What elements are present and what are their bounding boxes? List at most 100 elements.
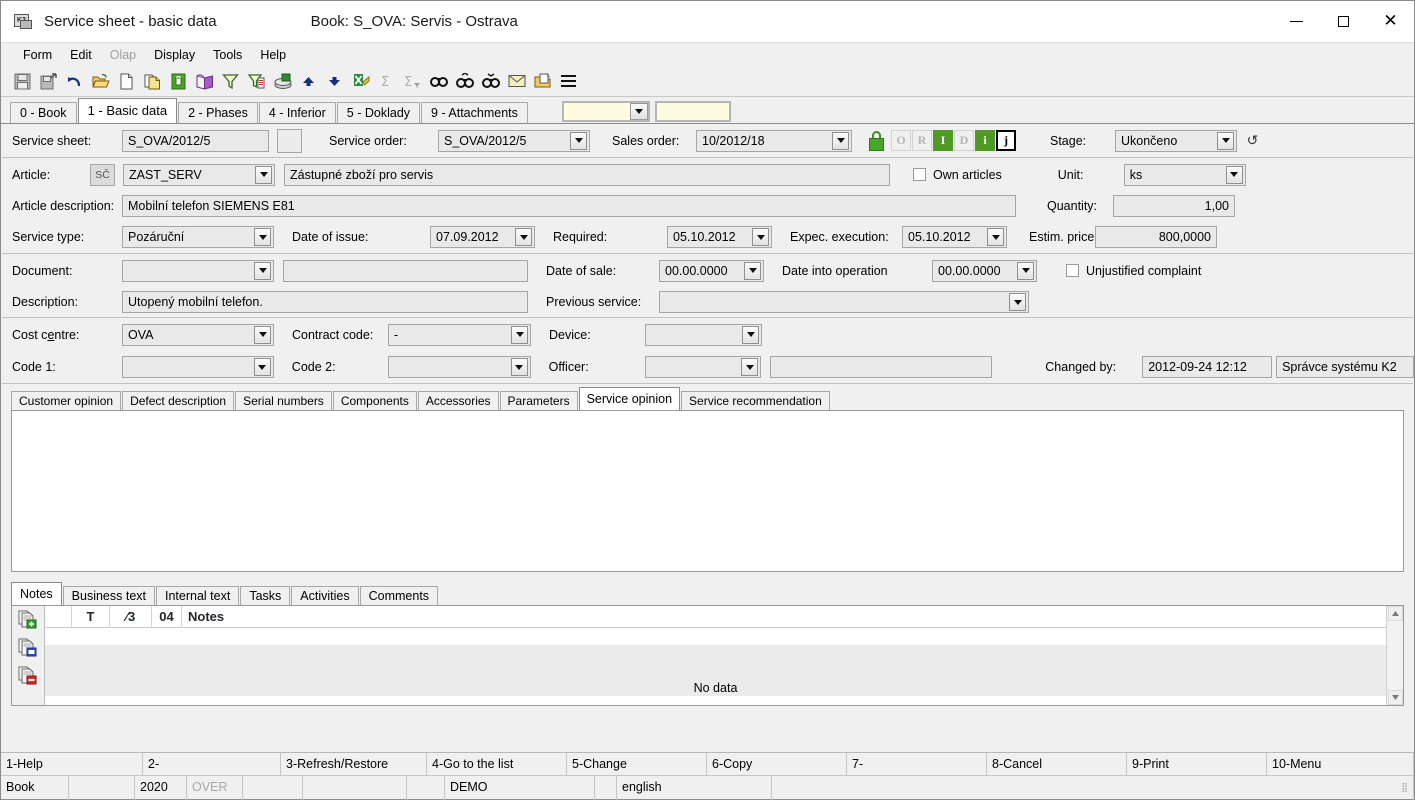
status-badge-i-lower[interactable]: i xyxy=(975,130,995,151)
delete-note-icon[interactable] xyxy=(18,666,38,685)
fn-5-change[interactable]: 5-Change xyxy=(567,752,707,776)
tab-notes[interactable]: Notes xyxy=(11,582,62,605)
required-field[interactable]: 05.10.2012 xyxy=(667,226,772,248)
filter-edit-icon[interactable] xyxy=(244,69,269,94)
column-header-notes[interactable]: Notes xyxy=(182,606,1386,628)
service-opinion-textarea[interactable] xyxy=(11,410,1404,572)
chevron-down-icon[interactable] xyxy=(255,165,272,184)
resize-grip-icon[interactable]: ⣿ xyxy=(1401,776,1409,799)
date-into-operation-field[interactable]: 00.00.0000 xyxy=(932,259,1037,282)
lock-icon[interactable] xyxy=(166,69,191,94)
own-articles-checkbox[interactable]: Own articles xyxy=(913,168,1002,182)
fn-1-help[interactable]: 1-Help xyxy=(1,752,143,776)
article-description-field[interactable]: Mobilní telefon SIEMENS E81 xyxy=(122,195,1016,217)
tab-book[interactable]: 0 - Book xyxy=(10,102,77,123)
move-up-icon[interactable] xyxy=(296,69,321,94)
article-name-field[interactable]: Zástupné zboží pro servis xyxy=(284,163,890,186)
tab-phases[interactable]: 2 - Phases xyxy=(178,102,258,123)
close-button[interactable]: ✕ xyxy=(1367,1,1414,42)
fn-10-menu[interactable]: 10-Menu xyxy=(1267,752,1414,776)
service-order-combo[interactable]: S_OVA/2012/5 xyxy=(438,129,590,152)
document-text-field[interactable] xyxy=(283,259,528,282)
chevron-down-icon[interactable] xyxy=(253,358,271,376)
mail-icon[interactable] xyxy=(504,69,529,94)
menu-lines-icon[interactable] xyxy=(556,69,581,94)
chevron-down-icon[interactable] xyxy=(987,228,1004,246)
history-icon[interactable]: ↺ xyxy=(1244,132,1261,149)
menu-display[interactable]: Display xyxy=(145,46,204,64)
chevron-down-icon[interactable] xyxy=(832,131,849,150)
book-icon[interactable] xyxy=(192,69,217,94)
notes-grid-scrollbar[interactable] xyxy=(1386,606,1403,705)
minimize-button[interactable] xyxy=(1273,1,1320,42)
menu-help[interactable]: Help xyxy=(251,46,295,64)
contract-code-combo[interactable]: - xyxy=(388,323,531,346)
view-note-icon[interactable] xyxy=(18,638,38,657)
menu-edit[interactable]: Edit xyxy=(61,46,101,64)
add-note-icon[interactable] xyxy=(18,610,38,629)
service-sheet-field[interactable]: S_OVA/2012/5 xyxy=(122,129,269,152)
undo-icon[interactable] xyxy=(62,69,87,94)
chevron-down-icon[interactable] xyxy=(570,131,587,150)
chevron-down-icon[interactable] xyxy=(741,358,759,376)
fn-6-copy[interactable]: 6-Copy xyxy=(707,752,847,776)
column-header-t[interactable]: T xyxy=(72,605,110,628)
fn-4-go-to-the-list[interactable]: 4-Go to the list xyxy=(427,752,567,776)
tab-inferior[interactable]: 4 - Inferior xyxy=(258,102,336,123)
export-excel-icon[interactable] xyxy=(348,69,373,94)
date-of-issue-field[interactable]: 07.09.2012 xyxy=(430,226,535,248)
quick-filter-text[interactable] xyxy=(654,101,731,122)
document-combo[interactable] xyxy=(122,259,274,282)
cost-centre-combo[interactable]: OVA xyxy=(122,323,274,346)
chevron-down-icon[interactable] xyxy=(1017,261,1034,280)
scroll-up-icon[interactable] xyxy=(1387,606,1403,621)
service-type-combo[interactable]: Pozáruční xyxy=(122,226,274,248)
chevron-down-icon[interactable] xyxy=(742,325,759,344)
checkbox-box[interactable] xyxy=(1066,264,1079,277)
fn-2[interactable]: 2- xyxy=(143,752,281,776)
tab-accessories[interactable]: Accessories xyxy=(417,391,499,410)
quick-filter-combo[interactable] xyxy=(561,101,650,122)
chevron-down-icon[interactable] xyxy=(511,325,528,344)
quantity-field[interactable]: 1,00 xyxy=(1113,195,1235,217)
tab-service-opinion[interactable]: Service opinion xyxy=(578,387,681,410)
chevron-down-icon[interactable] xyxy=(629,103,648,120)
column-header-slash3[interactable]: ⁄3 xyxy=(110,605,152,628)
copy-document-icon[interactable] xyxy=(140,69,165,94)
tab-service-recommendation[interactable]: Service recommendation xyxy=(681,391,830,410)
print-icon[interactable] xyxy=(270,69,295,94)
code2-combo[interactable] xyxy=(387,356,531,378)
article-sc-button[interactable]: SČ xyxy=(90,163,115,186)
article-code-combo[interactable]: ZAST_SERV xyxy=(123,163,275,186)
chevron-down-icon[interactable] xyxy=(254,228,271,246)
status-badge-r[interactable]: R xyxy=(912,130,932,151)
tab-internal-text[interactable]: Internal text xyxy=(156,586,240,605)
expec-execution-field[interactable]: 05.10.2012 xyxy=(902,226,1007,248)
chevron-down-icon[interactable] xyxy=(254,325,271,344)
tab-attachments[interactable]: 9 - Attachments xyxy=(421,102,528,123)
stage-combo[interactable]: Ukončeno xyxy=(1115,129,1237,152)
save-close-icon[interactable] xyxy=(36,69,61,94)
maximize-button[interactable] xyxy=(1320,1,1367,42)
officer-combo[interactable] xyxy=(644,356,762,378)
description-field[interactable]: Utopený mobilní telefon. xyxy=(122,291,528,313)
date-of-sale-field[interactable]: 00.00.0000 xyxy=(659,259,764,282)
open-folder-icon[interactable] xyxy=(88,69,113,94)
save-icon[interactable] xyxy=(10,69,35,94)
checkbox-box[interactable] xyxy=(913,168,926,181)
tab-parameters[interactable]: Parameters xyxy=(499,391,578,410)
device-combo[interactable] xyxy=(645,323,762,346)
filter-icon[interactable] xyxy=(218,69,243,94)
tab-business-text[interactable]: Business text xyxy=(62,586,155,605)
chevron-down-icon[interactable] xyxy=(752,228,769,246)
find-prev-icon[interactable] xyxy=(478,69,503,94)
tab-defect-description[interactable]: Defect description xyxy=(122,391,235,410)
status-badge-o[interactable]: O xyxy=(891,130,911,151)
tab-basic-data[interactable]: 1 - Basic data xyxy=(77,98,178,123)
unit-combo[interactable]: ks xyxy=(1123,163,1246,186)
find-next-icon[interactable] xyxy=(452,69,477,94)
previous-service-combo[interactable] xyxy=(659,291,1029,313)
chevron-down-icon[interactable] xyxy=(515,228,532,246)
code1-combo[interactable] xyxy=(121,356,274,378)
tab-activities[interactable]: Activities xyxy=(291,586,359,605)
